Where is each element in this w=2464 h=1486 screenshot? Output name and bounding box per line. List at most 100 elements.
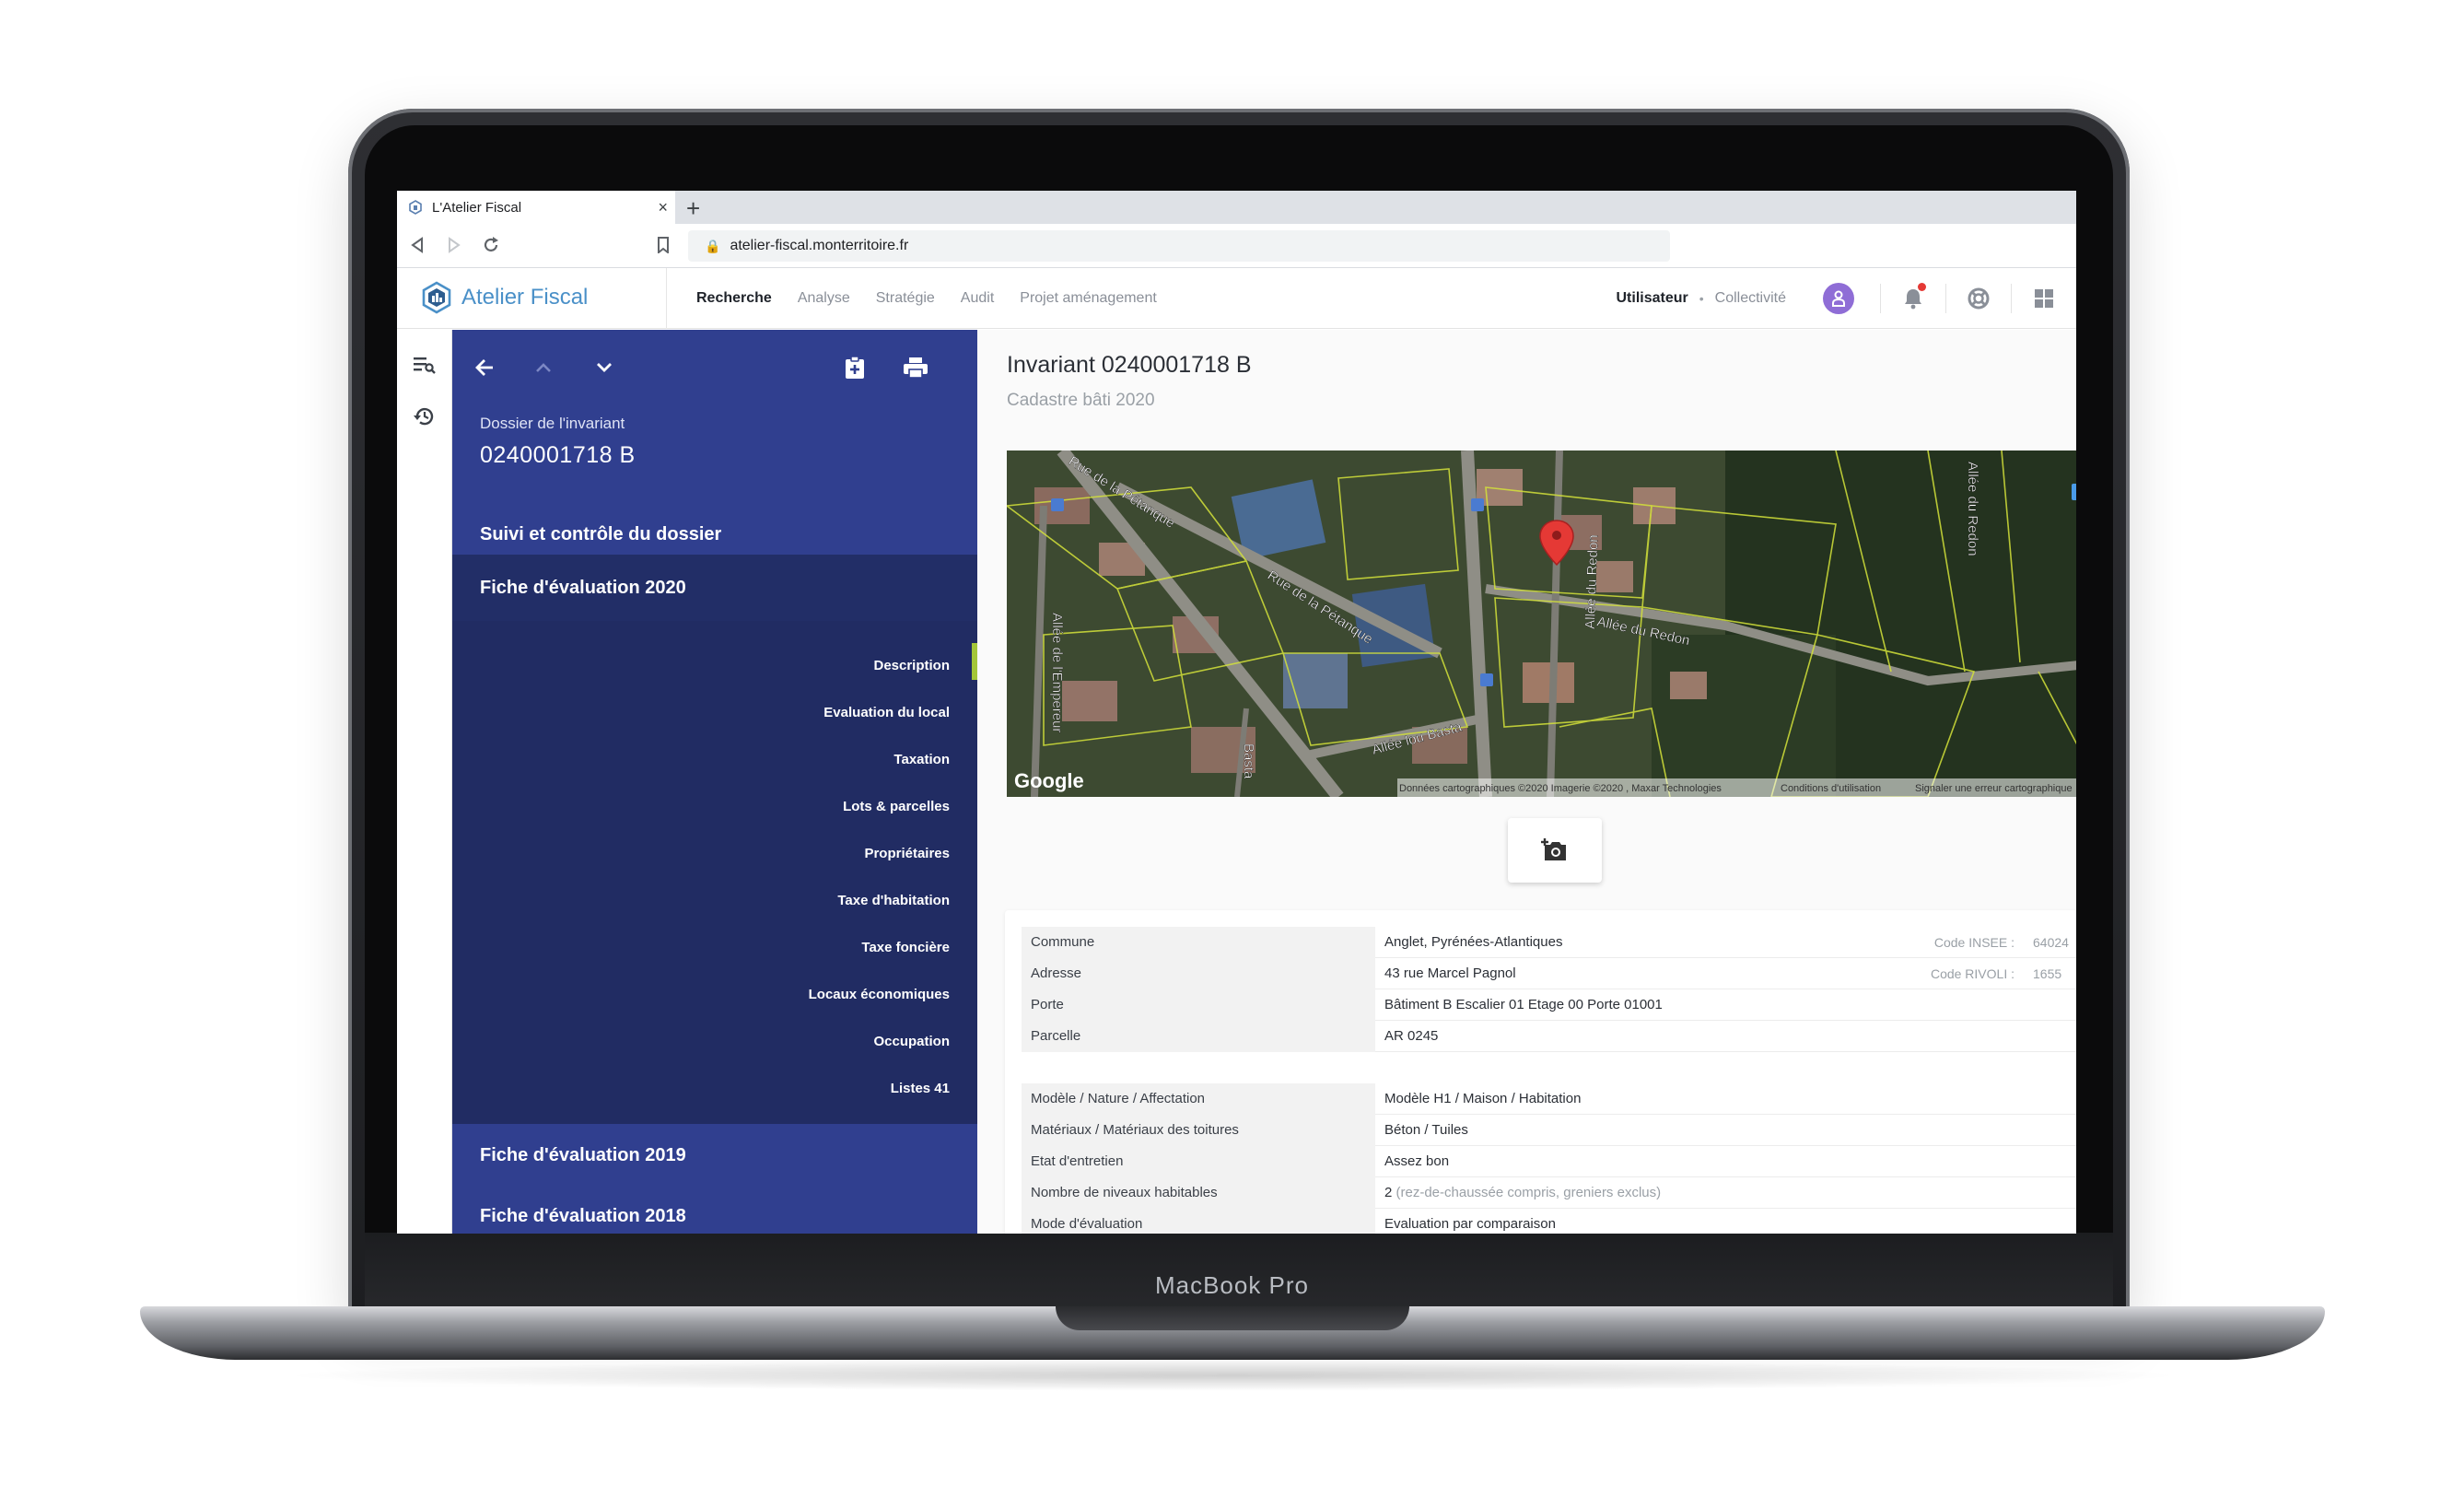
header-right: Utilisateur • Collectivité <box>1616 268 2076 329</box>
row-key: Mode d'évaluation <box>1022 1208 1375 1234</box>
row-extra: Code RIVOLI : 1655 <box>1931 966 2073 981</box>
row-extra-value: 1655 <box>2033 965 2062 981</box>
row-value: Bâtiment B Escalier 01 Etage 00 Porte 01… <box>1384 997 1663 1012</box>
app-header: Atelier Fiscal Recherche Analyse Stratég… <box>397 268 2076 329</box>
dossier-label: Dossier de l'invariant <box>480 415 625 432</box>
page-subtitle: Cadastre bâti 2020 <box>1007 391 1155 410</box>
add-photo-button[interactable] <box>1508 818 1602 883</box>
sidebar-item-taxe-habitation[interactable]: Taxe d'habitation <box>837 893 950 908</box>
row-value: Assez bon <box>1384 1153 1450 1169</box>
table-row: Adresse 43 rue Marcel Pagnol Code RIVOLI… <box>1022 957 2076 989</box>
sidebar-item-description[interactable]: Description <box>873 658 950 673</box>
browser-tab[interactable]: L'Atelier Fiscal × <box>397 191 675 224</box>
table-row: Nombre de niveaux habitables 2 (rez-de-c… <box>1022 1176 2076 1209</box>
row-value: AR 0245 <box>1384 1028 1439 1044</box>
chevron-up-icon <box>536 363 551 372</box>
add-to-clipboard-button[interactable] <box>837 350 872 385</box>
history-button[interactable] <box>410 402 439 431</box>
browser-toolbar: 🔒 atelier-fiscal.monterritoire.fr <box>397 224 2076 268</box>
app-logo-text: Atelier Fiscal <box>461 285 589 310</box>
row-extra-key: Code INSEE : <box>1933 934 2014 950</box>
bookmark-icon[interactable] <box>657 237 670 253</box>
table-row: Etat d'entretien Assez bon <box>1022 1145 2076 1177</box>
sidebar-item-locaux-economiques[interactable]: Locaux économiques <box>809 987 950 1002</box>
map-terms-link[interactable]: Conditions d'utilisation <box>1781 783 1881 794</box>
atelier-fiscal-logo-icon <box>422 281 451 314</box>
table-row: Mode d'évaluation Evaluation par compara… <box>1022 1208 2076 1234</box>
search-list-icon <box>414 357 436 374</box>
sidebar-item-lots-parcelles[interactable]: Lots & parcelles <box>843 799 950 814</box>
url-bar[interactable]: 🔒 atelier-fiscal.monterritoire.fr <box>688 230 1670 262</box>
browser-tab-title: L'Atelier Fiscal <box>432 199 522 216</box>
row-value: Evaluation par comparaison <box>1384 1216 1556 1232</box>
sidebar-item-taxe-fonciere[interactable]: Taxe foncière <box>861 940 950 955</box>
row-extra-key: Code RIVOLI : <box>1930 965 2014 981</box>
camera-plus-icon <box>1541 838 1566 860</box>
row-extra: Code INSEE : 64024 <box>1934 935 2073 950</box>
role-separator: • <box>1699 291 1704 306</box>
map-attribution: Données cartographiques ©2020 Imagerie ©… <box>1399 783 1722 794</box>
sidebar-item-listes-41[interactable]: Listes 41 <box>891 1081 950 1096</box>
apps-button[interactable] <box>2012 268 2076 329</box>
table-row: Porte Bâtiment B Escalier 01 Etage 00 Po… <box>1022 989 2076 1021</box>
row-value-number: 2 <box>1384 1185 1393 1200</box>
nav-strategie[interactable]: Stratégie <box>876 290 935 307</box>
clipboard-plus-icon <box>846 356 864 379</box>
table-row: Commune Anglet, Pyrénées-Atlantiques Cod… <box>1022 926 2076 958</box>
street-label: Allée du Redon <box>1965 462 1980 556</box>
map-report-link[interactable]: Signaler une erreur cartographique <box>1915 783 2073 794</box>
row-value-note: (rez-de-chaussée compris, greniers exclu… <box>1395 1185 1662 1200</box>
printer-icon <box>904 357 928 379</box>
laptop-brand-label: MacBook Pro <box>1154 1271 1310 1299</box>
notifications-button[interactable] <box>1881 268 1945 329</box>
new-tab-icon[interactable]: + <box>686 194 700 223</box>
row-key: Nombre de niveaux habitables <box>1022 1176 1375 1209</box>
help-button[interactable] <box>1946 268 2011 329</box>
print-button[interactable] <box>898 350 933 385</box>
avatar[interactable] <box>1823 283 1854 314</box>
sidebar-item-occupation[interactable]: Occupation <box>873 1034 950 1049</box>
sidebar-item-evaluation-local[interactable]: Evaluation du local <box>823 705 950 720</box>
lifebuoy-icon <box>1968 287 1990 310</box>
dossier-number: 0240001718 B <box>480 442 636 468</box>
satellite-map[interactable]: Rue de la Pétanque Rue de la Pétanque Al… <box>1007 450 2076 797</box>
map-imagery: Rue de la Pétanque Rue de la Pétanque Al… <box>1007 450 2076 797</box>
row-value: Modèle H1 / Maison / Habitation <box>1384 1091 1582 1106</box>
section-fiche-2019[interactable]: Fiche d'évaluation 2019 <box>452 1124 977 1187</box>
description-card: Commune Anglet, Pyrénées-Atlantiques Cod… <box>1005 910 2076 1234</box>
user-role-utilisateur[interactable]: Utilisateur <box>1616 290 1687 307</box>
back-icon[interactable] <box>410 237 425 253</box>
section-fiche-2018[interactable]: Fiche d'évaluation 2018 <box>452 1185 977 1234</box>
app-logo[interactable]: Atelier Fiscal <box>421 281 588 314</box>
nav-recherche[interactable]: Recherche <box>696 290 772 307</box>
browser-tabbar: L'Atelier Fiscal × + <box>397 191 2076 224</box>
row-value: 2 (rez-de-chaussée compris, greniers exc… <box>1375 1185 2076 1200</box>
row-key: Etat d'entretien <box>1022 1145 1375 1177</box>
tab-close-icon[interactable]: × <box>658 198 668 217</box>
lock-icon: 🔒 <box>705 238 721 253</box>
sidebar-item-taxation[interactable]: Taxation <box>893 752 950 767</box>
street-label: Allée de l'Empereur <box>1049 613 1065 732</box>
history-icon <box>414 407 434 426</box>
sidebar-next-button[interactable] <box>587 350 622 385</box>
reload-icon[interactable] <box>482 236 500 254</box>
nav-analyse[interactable]: Analyse <box>798 290 850 307</box>
notification-badge <box>1918 283 1926 291</box>
sidebar-previous-button[interactable] <box>526 350 561 385</box>
user-icon <box>1832 290 1845 307</box>
sidebar-back-button[interactable] <box>467 350 502 385</box>
dossier-sidebar: Dossier de l'invariant 0240001718 B Suiv… <box>452 330 977 1234</box>
left-rail <box>397 330 452 1234</box>
search-list-button[interactable] <box>410 350 439 380</box>
sidebar-item-proprietaires[interactable]: Propriétaires <box>864 846 950 861</box>
location-table: Commune Anglet, Pyrénées-Atlantiques Cod… <box>1022 926 2076 1052</box>
nav-audit[interactable]: Audit <box>961 290 994 307</box>
section-fiche-2020[interactable]: Fiche d'évaluation 2020 <box>452 555 977 621</box>
user-role-collectivite[interactable]: Collectivité <box>1715 290 1786 307</box>
row-key: Adresse <box>1022 957 1375 989</box>
google-logo: Google <box>1014 769 1084 792</box>
forward-icon[interactable] <box>447 237 461 253</box>
arrow-left-icon <box>475 359 493 376</box>
nav-projet-amenagement[interactable]: Projet aménagement <box>1020 290 1157 307</box>
street-label: Basta <box>1241 743 1256 779</box>
